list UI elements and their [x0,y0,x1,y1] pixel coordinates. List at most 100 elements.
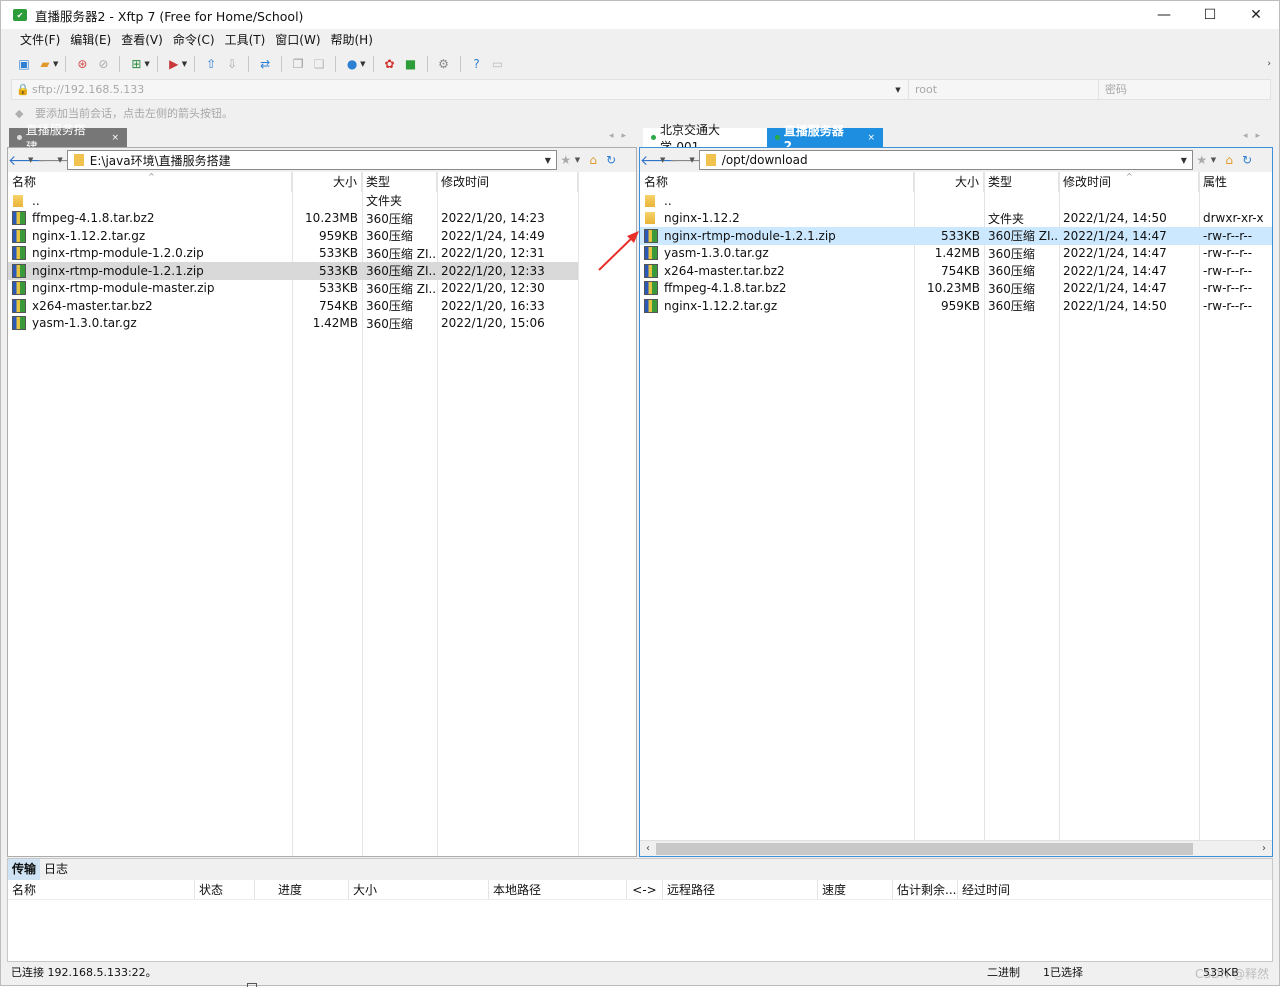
forward-arrow-icon[interactable]: 🡒 [669,152,707,169]
horizontal-scrollbar[interactable]: ‹ › [640,840,1272,856]
back-dropdown-icon[interactable]: ▼ [660,156,665,164]
table-row[interactable]: x264-master.tar.bz2 754KB 360压缩 2022/1/2… [8,297,636,315]
upload-icon[interactable]: ⇧ [202,55,220,73]
table-row[interactable]: yasm-1.3.0.tar.gz 1.42MB 360压缩 2022/1/20… [8,315,636,333]
connect-icon[interactable]: ⊛ [73,55,91,73]
tab-left-session[interactable]: 直播服务搭建 × [9,123,127,154]
scroll-right-icon[interactable]: › [1256,841,1272,857]
back-arrow-icon[interactable]: 🡐 [640,152,678,169]
disconnect-icon[interactable]: ⊘ [94,55,112,73]
table-row[interactable]: ffmpeg-4.1.8.tar.bz2 10.23MB 360压缩 2022/… [640,280,1272,298]
new-window-dropdown-icon[interactable]: ▼ [144,60,149,68]
right-tab-nav-icon[interactable]: ◂▸ [1243,131,1268,141]
left-tab-nav-icon[interactable]: ◂▸ [609,131,634,141]
table-row[interactable]: nginx-rtmp-module-1.2.0.zip 533KB 360压缩 … [8,245,636,263]
tab-beijing-jiaotong[interactable]: 北京交通大学-001 [643,123,767,154]
forward-dropdown-icon[interactable]: ▼ [689,156,694,164]
open-folder-icon[interactable]: ▰ [36,55,54,73]
remote-path-input[interactable]: /opt/download ▼ [698,150,1193,170]
tab-live-server-2[interactable]: 直播服务器2 × [767,124,883,153]
table-row[interactable]: nginx-1.12.2.tar.gz 959KB 360压缩 2022/1/2… [8,227,636,245]
col-progress[interactable]: 进度 [255,880,349,899]
col-type[interactable]: 类型 [984,172,1059,192]
refresh-icon[interactable]: ↻ [602,153,620,167]
download-icon[interactable]: ⇩ [223,55,241,73]
close-tab-icon[interactable]: × [867,133,875,143]
favorite-star-icon[interactable]: ★ [557,153,575,167]
refresh-icon[interactable]: ↻ [1238,153,1256,167]
host-dropdown-icon[interactable]: ▼ [888,86,908,94]
table-row[interactable]: nginx-1.12.2.tar.gz 959KB 360压缩 2022/1/2… [640,297,1272,315]
menu-view[interactable]: 查看(V) [116,31,168,49]
username-input[interactable]: root [908,80,1098,99]
open-dropdown-icon[interactable]: ▼ [53,60,58,68]
col-status[interactable]: 状态 [195,880,255,899]
paste-icon[interactable]: ❏ [310,55,328,73]
close-button[interactable]: ✕ [1233,1,1279,29]
transfer-icon[interactable]: ▶ [165,55,183,73]
globe-dropdown-icon[interactable]: ▼ [360,60,365,68]
xftp-icon[interactable]: ■ [402,55,420,73]
col-remote-path[interactable]: 远程路径 [663,880,818,899]
tab-transfer[interactable]: 传输 [8,859,41,880]
help-icon[interactable]: ? [468,55,486,73]
scroll-left-icon[interactable]: ‹ [640,841,656,857]
minimize-button[interactable]: — [1141,1,1187,29]
forward-arrow-icon[interactable]: 🡒 [37,152,75,169]
table-row[interactable]: ffmpeg-4.1.8.tar.bz2 10.23MB 360压缩 2022/… [8,210,636,228]
table-row-selected[interactable]: nginx-rtmp-module-1.2.1.zip 533KB 360压缩 … [640,227,1272,245]
settings-icon[interactable]: ⚙ [435,55,453,73]
sync-icon[interactable]: ⇄ [256,55,274,73]
col-type[interactable]: 类型 [362,172,437,192]
col-direction[interactable]: <-> [627,880,663,899]
table-row[interactable]: nginx-1.12.2 文件夹 2022/1/24, 14:50 drwxr-… [640,210,1272,228]
col-local-path[interactable]: 本地路径 [489,880,627,899]
password-input[interactable]: 密码 [1098,80,1270,99]
home-folder-icon[interactable]: ⌂ [584,153,602,167]
table-row[interactable]: nginx-rtmp-module-master.zip 533KB 360压缩… [8,280,636,298]
menu-help[interactable]: 帮助(H) [326,31,378,49]
transfer-dropdown-icon[interactable]: ▼ [182,60,187,68]
col-name[interactable]: 名称 [8,880,195,899]
col-name[interactable]: 名称 [640,172,914,192]
col-size[interactable]: 大小 [349,880,489,899]
home-folder-icon[interactable]: ⌂ [1220,153,1238,167]
menu-window[interactable]: 窗口(W) [270,31,325,49]
menu-edit[interactable]: 编辑(E) [65,31,116,49]
globe-icon[interactable]: ● [343,55,361,73]
xshell-icon[interactable]: ✿ [381,55,399,73]
col-speed[interactable]: 速度 [818,880,893,899]
maximize-button[interactable]: ☐ [1187,1,1233,29]
chat-icon[interactable]: ▭ [489,55,507,73]
path-dropdown-icon[interactable]: ▼ [540,156,556,165]
menu-tools[interactable]: 工具(T) [220,31,271,49]
new-session-icon[interactable]: ▣ [15,55,33,73]
col-attributes[interactable]: 属性 [1199,172,1272,192]
favorite-dropdown-icon[interactable]: ▼ [1211,156,1216,164]
forward-dropdown-icon[interactable]: ▼ [57,156,62,164]
menu-file[interactable]: 文件(F) [15,31,65,49]
new-window-icon[interactable]: ⊞ [127,55,145,73]
menu-command[interactable]: 命令(C) [168,31,220,49]
path-dropdown-icon[interactable]: ▼ [1176,156,1192,165]
table-row[interactable]: x264-master.tar.bz2 754KB 360压缩 2022/1/2… [640,262,1272,280]
toolbar-overflow-icon[interactable]: › [1267,59,1271,69]
col-size[interactable]: 大小 [292,172,362,192]
table-row[interactable]: yasm-1.3.0.tar.gz 1.42MB 360压缩 2022/1/24… [640,245,1272,263]
host-input[interactable]: sftp://192.168.5.133 [30,83,888,96]
col-remaining[interactable]: 估计剩余... [893,880,958,899]
col-elapsed[interactable]: 经过时间 [958,880,1058,899]
favorite-dropdown-icon[interactable]: ▼ [575,156,580,164]
back-dropdown-icon[interactable]: ▼ [28,156,33,164]
favorite-star-icon[interactable]: ★ [1193,153,1211,167]
add-session-arrow-icon[interactable]: ◆ [15,107,29,120]
table-row-highlighted[interactable]: nginx-rtmp-module-1.2.1.zip 533KB 360压缩 … [8,262,578,280]
close-tab-icon[interactable]: × [111,133,119,143]
local-path-input[interactable]: E:\java环境\直播服务搭建 ▼ [66,150,557,170]
table-row[interactable]: .. [640,192,1272,210]
tab-log[interactable]: 日志 [40,859,72,880]
back-arrow-icon[interactable]: 🡐 [8,152,46,169]
scrollbar-thumb[interactable] [656,843,1193,855]
col-modified[interactable]: 修改时间 [437,172,578,192]
col-size[interactable]: 大小 [914,172,984,192]
